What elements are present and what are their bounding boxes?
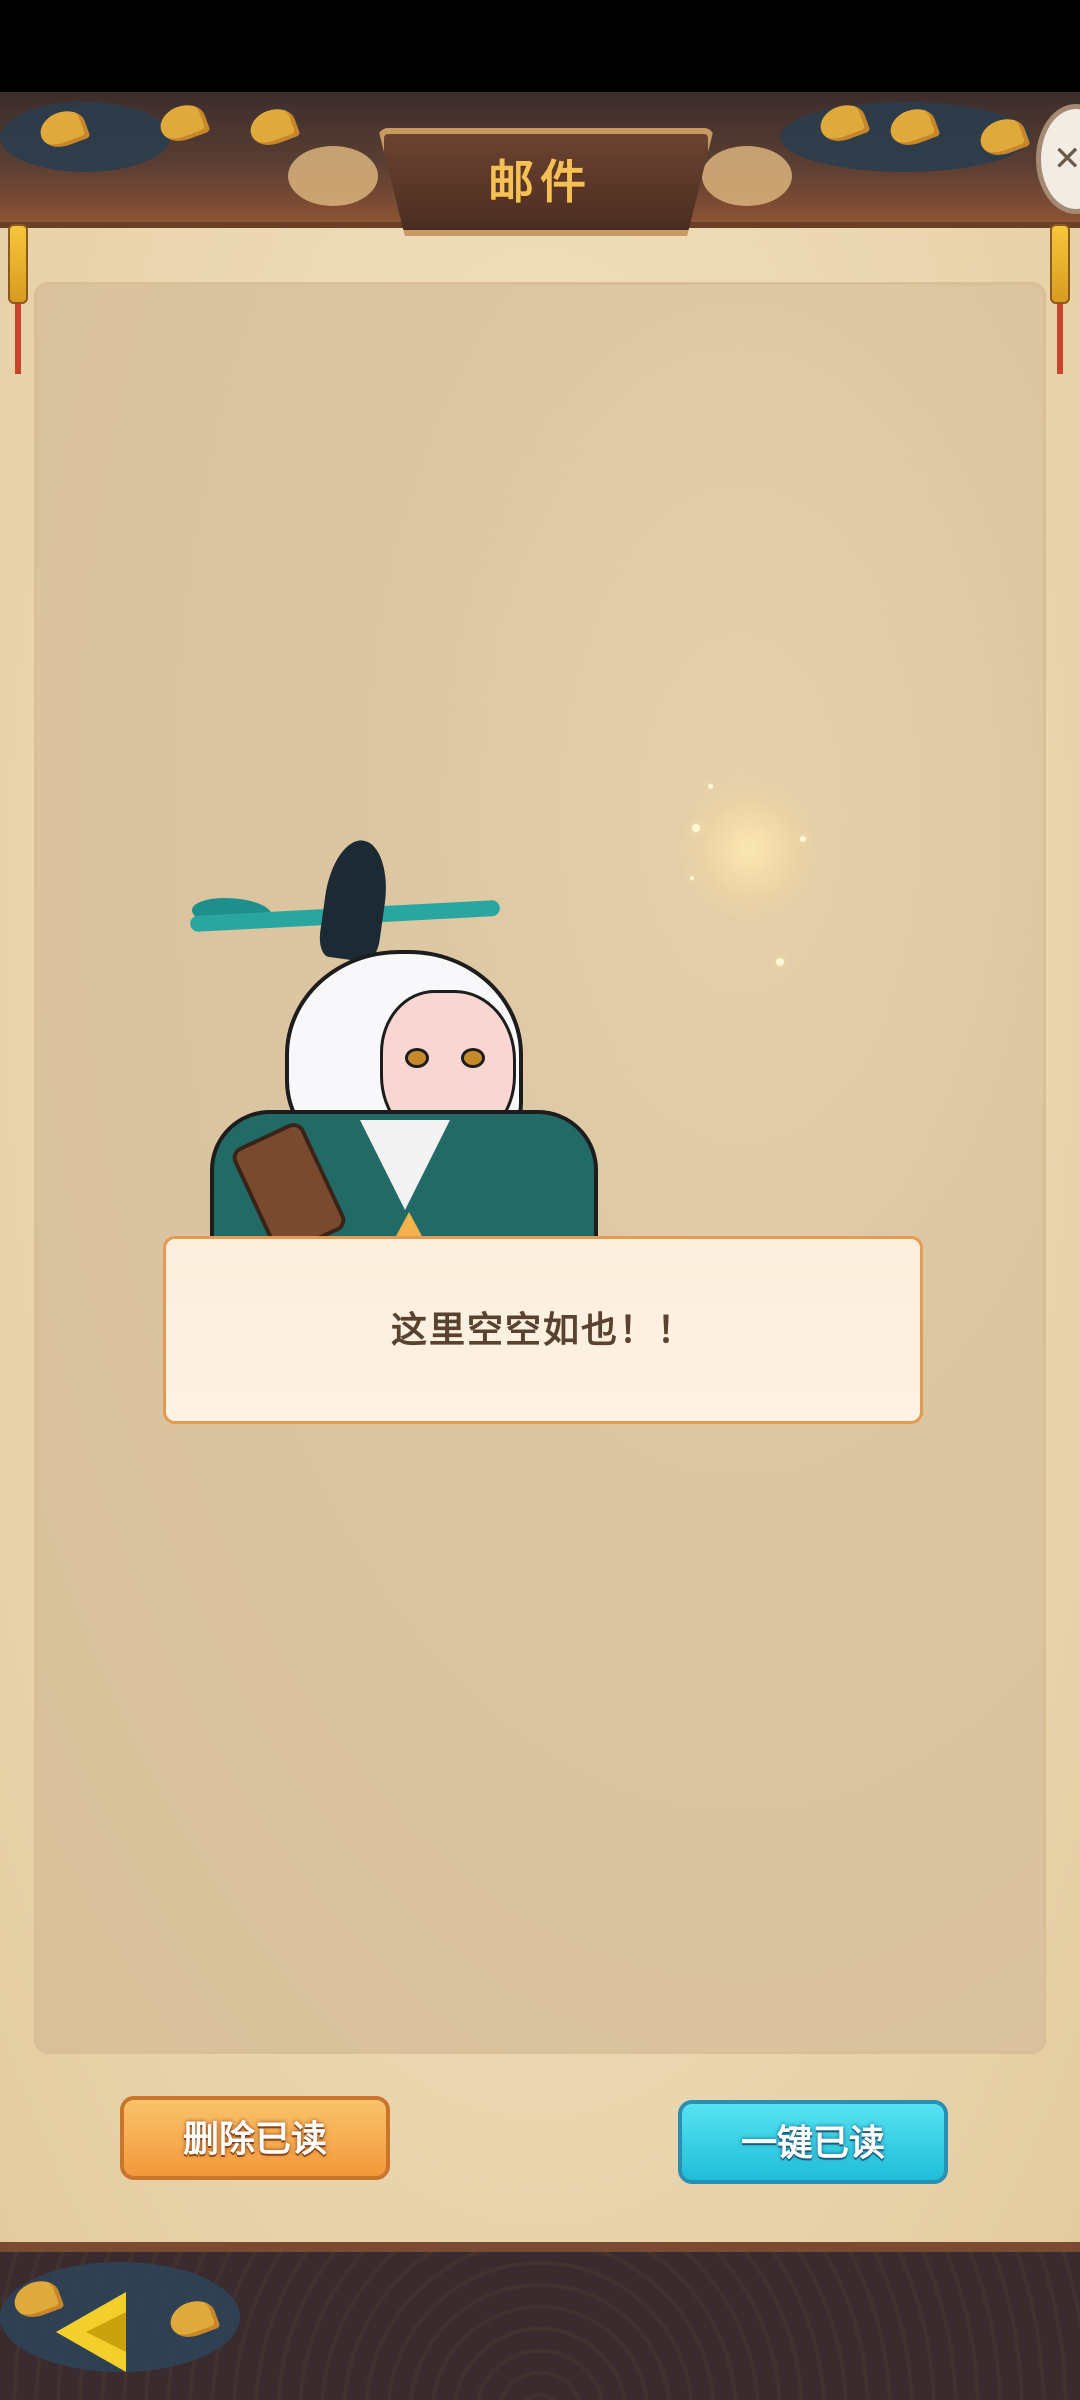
character-illustration: [189, 836, 610, 1259]
ginkgo-leaf-decoration: [245, 103, 301, 151]
light-glow-decoration: [680, 780, 820, 920]
back-button[interactable]: [56, 2292, 146, 2372]
empty-state-bubble: 这里空空如也！！: [163, 1236, 923, 1424]
back-arrow-icon-inner: [86, 2312, 126, 2352]
page-title: 邮件: [488, 155, 592, 209]
close-icon: ✕: [1053, 139, 1080, 179]
empty-state-message: 这里空空如也！！: [390, 1310, 695, 1351]
lantern-decoration: [1050, 224, 1070, 374]
status-bar: [0, 0, 1080, 92]
sparkle: [708, 784, 713, 789]
lantern-decoration: [8, 224, 28, 374]
sparkle: [776, 958, 784, 966]
read-all-button[interactable]: 一键已读: [678, 2100, 948, 2184]
title-plaque: 邮件: [288, 128, 792, 238]
sparkle: [800, 836, 806, 842]
sparkle: [690, 876, 694, 880]
speech-bubble-pointer: [395, 1212, 423, 1238]
sparkle: [692, 824, 700, 832]
delete-read-button[interactable]: 删除已读: [120, 2096, 390, 2180]
